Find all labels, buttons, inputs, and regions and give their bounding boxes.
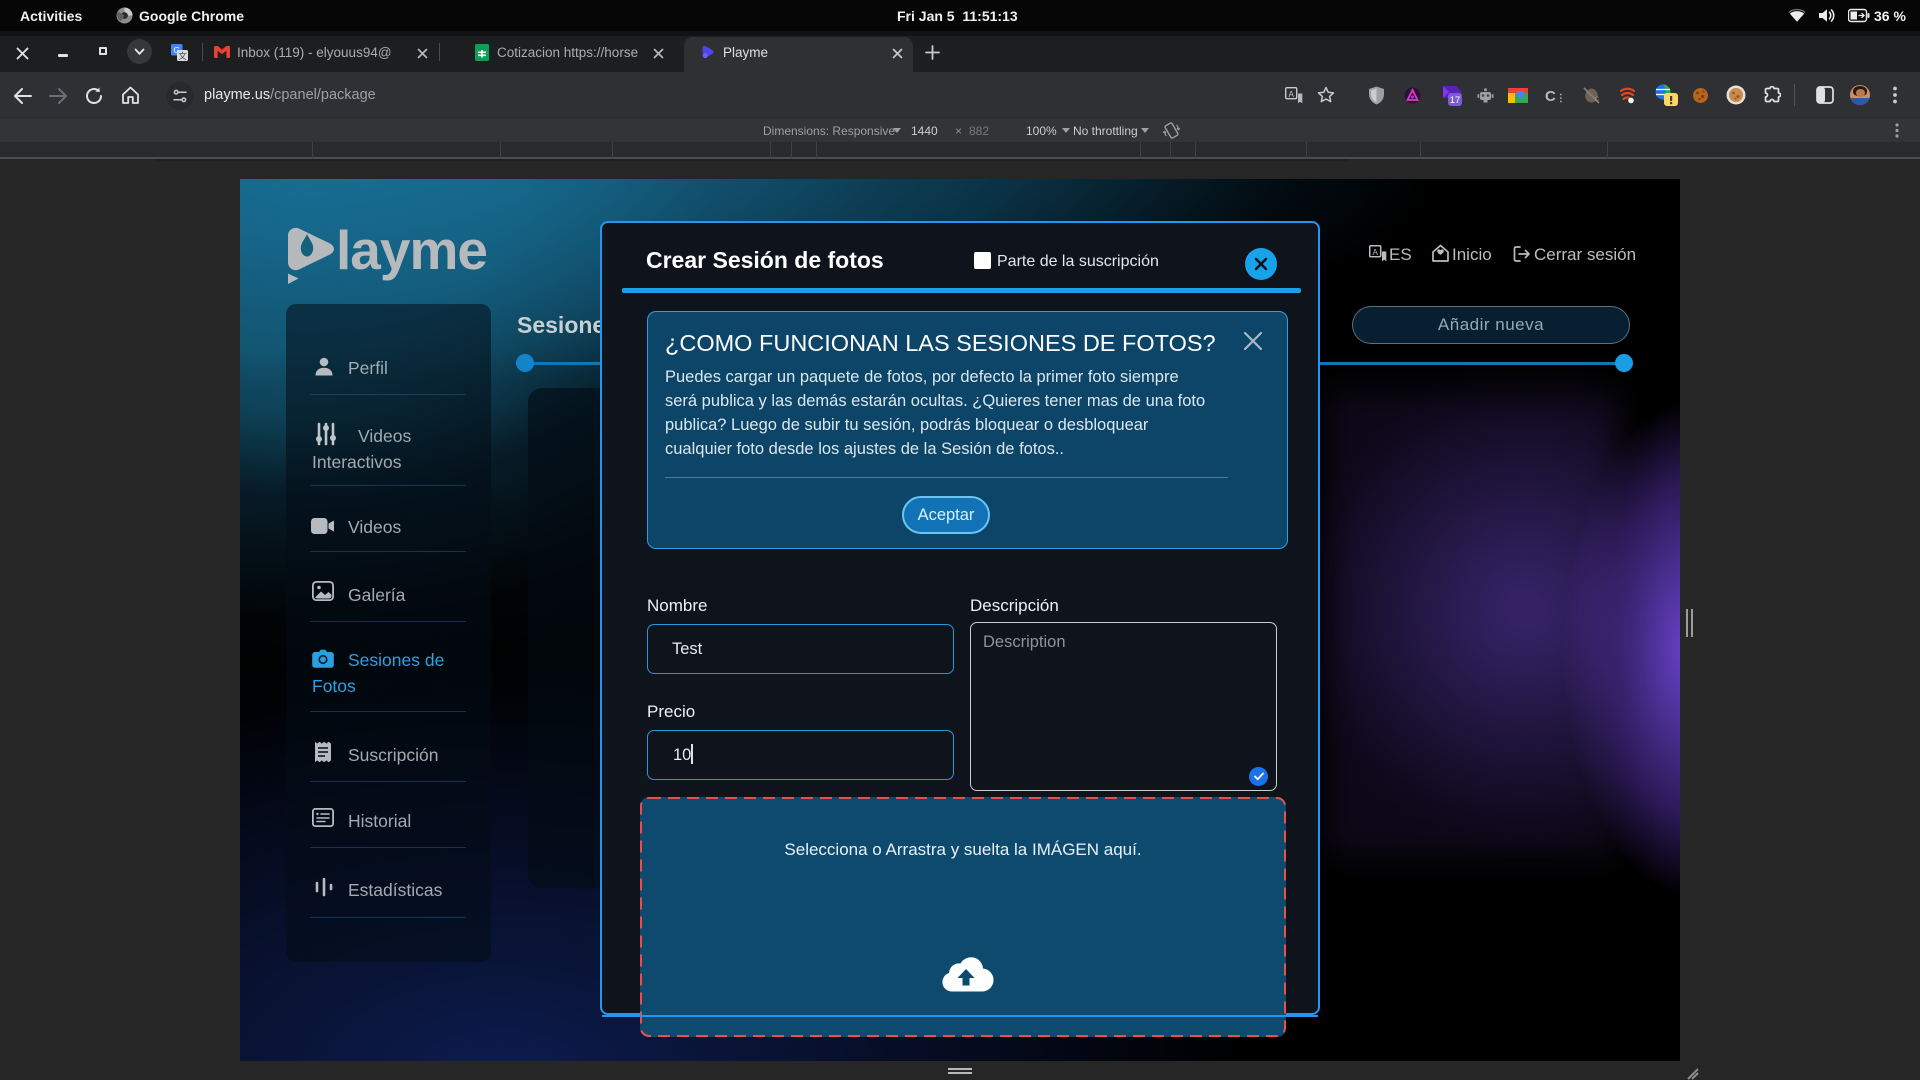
svg-text:17: 17 xyxy=(1450,95,1461,106)
svg-text:文: 文 xyxy=(178,51,187,61)
svg-text:A: A xyxy=(1289,90,1295,99)
svg-text:C: C xyxy=(1595,96,1600,103)
svg-text:layme: layme xyxy=(336,224,487,281)
svg-text:A: A xyxy=(1373,248,1379,257)
